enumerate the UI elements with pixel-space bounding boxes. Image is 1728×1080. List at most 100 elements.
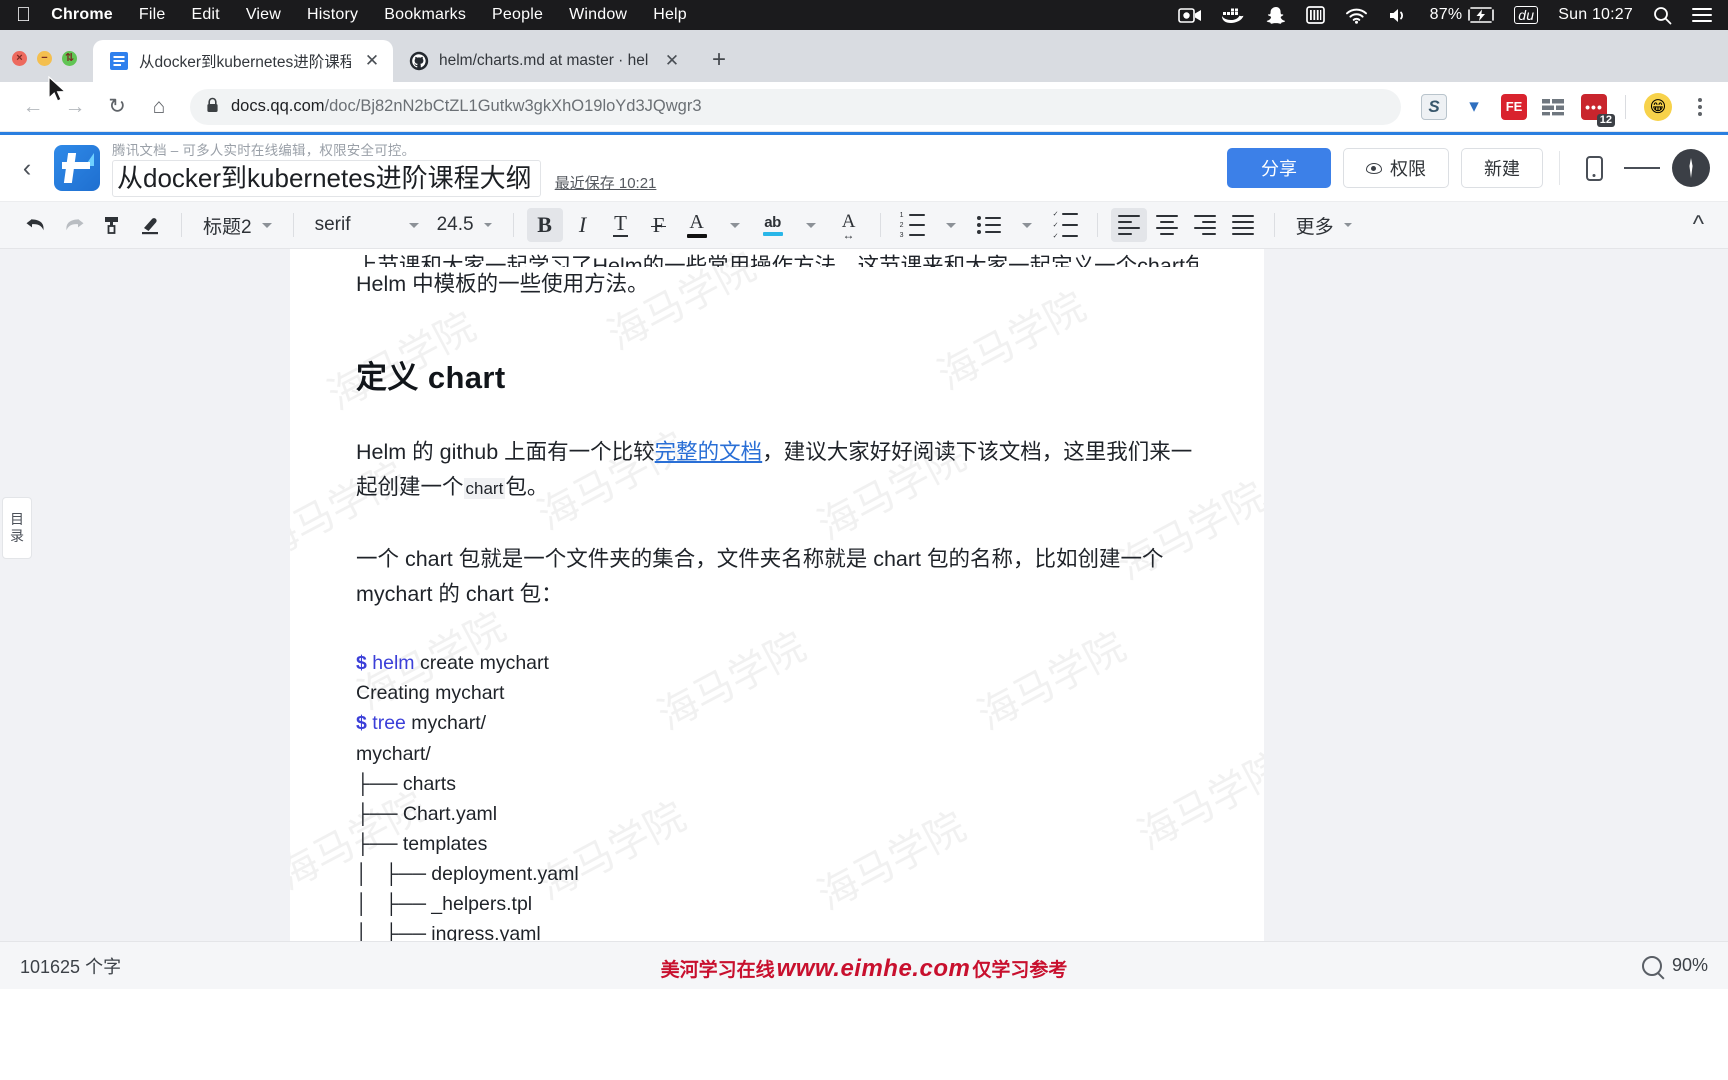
letter-spacing-button[interactable]: A ↔	[831, 208, 867, 242]
doc-title-input[interactable]: 从docker到kubernetes进阶课程大纲	[112, 160, 541, 197]
font-family-dropdown[interactable]: serif	[307, 208, 427, 242]
browser-tab-title: helm/charts.md at master · hel	[439, 52, 649, 69]
align-center-glyph	[1155, 214, 1178, 236]
menu-item-people[interactable]: People	[492, 6, 543, 24]
address-bar[interactable]: docs.qq.com/doc/Bj82nN2bCtZL1Gutkw3gkXhO…	[190, 88, 1401, 125]
paragraph-style-dropdown[interactable]: 标题2	[195, 208, 280, 242]
chevron-up-icon[interactable]: ^	[1687, 211, 1710, 239]
forward-button[interactable]: →	[56, 88, 94, 126]
menu-item-bookmarks[interactable]: Bookmarks	[384, 6, 466, 24]
close-tab-button[interactable]: ✕	[661, 50, 683, 72]
shell-prompt: $	[356, 652, 367, 675]
strikethrough-button[interactable]: F	[641, 208, 677, 242]
highlight-color-dropdown[interactable]	[793, 208, 829, 242]
kebab-menu-icon[interactable]	[1686, 97, 1714, 116]
undo-icon[interactable]	[18, 208, 54, 242]
screen-record-icon[interactable]	[1177, 7, 1202, 24]
code-block[interactable]: $ helm create mychart Creating mychart $…	[356, 648, 1198, 941]
window-traffic-lights: × − ⇅	[12, 51, 93, 82]
back-chevron-icon[interactable]: ‹	[12, 154, 42, 183]
clear-format-icon[interactable]	[132, 208, 168, 242]
menu-item-help[interactable]: Help	[653, 6, 687, 24]
outline-panel-toggle[interactable]: 目 录	[2, 497, 32, 559]
italic-button[interactable]: I	[565, 208, 601, 242]
paragraph-1-pre: Helm 的 github 上面有一个比较	[356, 439, 655, 464]
wifi-icon[interactable]	[1345, 7, 1368, 24]
user-avatar[interactable]	[1672, 149, 1710, 187]
permission-button[interactable]: 权限	[1343, 148, 1449, 188]
mobile-preview-icon[interactable]	[1576, 150, 1612, 186]
menu-item-view[interactable]: View	[246, 6, 281, 24]
home-button[interactable]: ⌂	[140, 88, 178, 126]
apple-logo-icon[interactable]: 	[16, 5, 31, 25]
grid-extension-icon[interactable]	[1541, 94, 1567, 120]
bold-button[interactable]: B	[526, 208, 563, 242]
bullet-list-dropdown[interactable]	[1009, 208, 1045, 242]
paragraph-1: Helm 的 github 上面有一个比较完整的文档，建议大家好好阅读下该文档，…	[356, 435, 1198, 505]
text-color-button[interactable]: A	[679, 208, 715, 242]
tencent-docs-logo[interactable]	[54, 145, 100, 191]
menu-item-chrome[interactable]: Chrome	[51, 6, 113, 24]
menu-item-window[interactable]: Window	[569, 6, 627, 24]
battery-meter-icon[interactable]	[1305, 6, 1325, 24]
close-tab-button[interactable]: ✕	[361, 50, 383, 72]
document-content[interactable]: 上节课和大家一起学习了Helm的一些常用操作方法，这节课来和大家一起定义一个ch…	[290, 249, 1264, 941]
document-page[interactable]: 海马学院 海马学院 海马学院 海马学院 海马学院 海马学院 海马学院 海马学院 …	[290, 249, 1264, 941]
font-family-value: serif	[314, 214, 351, 235]
format-painter-icon[interactable]	[94, 208, 130, 242]
menu-item-file[interactable]: File	[139, 6, 166, 24]
new-button[interactable]: 新建	[1461, 148, 1543, 188]
highlight-color-button[interactable]: ab	[755, 208, 791, 242]
share-button[interactable]: 分享	[1227, 148, 1331, 188]
inline-code-chart: chart	[463, 477, 506, 499]
snapchat-icon[interactable]	[1266, 6, 1286, 25]
text-color-dropdown[interactable]	[717, 208, 753, 242]
minimize-window-button[interactable]: −	[37, 51, 52, 66]
menubar-clock[interactable]: Sun 10:27	[1558, 6, 1633, 24]
underline-glyph: T	[613, 211, 629, 237]
checklist-icon[interactable]: ✓ ✓ ✓	[1047, 208, 1084, 242]
code-line: │ ├── deployment.yaml	[356, 863, 579, 886]
reload-button[interactable]: ↻	[98, 88, 136, 126]
last-saved-status[interactable]: 最近保存 10:21	[555, 172, 657, 197]
font-size-dropdown[interactable]: 24.5	[429, 208, 500, 242]
menu-item-history[interactable]: History	[307, 6, 358, 24]
browser-tab-inactive[interactable]: helm/charts.md at master · hel ✕	[393, 40, 693, 82]
browser-tab-active[interactable]: 从docker到kubernetes进阶课程 ✕	[93, 40, 393, 82]
align-left-icon[interactable]	[1110, 208, 1147, 242]
chevron-down-icon	[408, 222, 419, 228]
profile-avatar[interactable]: 😁	[1644, 92, 1672, 121]
ordered-list-icon[interactable]: 1 2 3	[894, 208, 931, 242]
align-right-icon[interactable]	[1187, 208, 1223, 242]
volume-icon[interactable]	[1388, 7, 1410, 24]
bullet-list-icon[interactable]	[971, 208, 1007, 242]
highlight-label: ab	[764, 213, 781, 231]
maximize-window-button[interactable]: ⇅	[62, 51, 77, 66]
zoom-icon[interactable]	[1641, 955, 1662, 976]
back-button[interactable]: ←	[14, 88, 52, 126]
fe-extension-icon[interactable]: FE	[1501, 93, 1527, 120]
checklist-glyph: ✓ ✓ ✓	[1053, 210, 1078, 240]
notes-extension-icon[interactable]: ••• 12	[1581, 93, 1615, 127]
ordered-list-dropdown[interactable]	[933, 208, 969, 242]
docker-icon[interactable]	[1221, 6, 1246, 24]
control-center-icon[interactable]	[1692, 7, 1712, 23]
new-tab-button[interactable]: +	[701, 42, 737, 78]
battery-charging-icon[interactable]	[1468, 7, 1495, 23]
align-justify-icon[interactable]	[1225, 208, 1261, 242]
zoom-level[interactable]: 90%	[1672, 955, 1708, 976]
du-icon[interactable]: du	[1514, 6, 1539, 24]
menu-item-edit[interactable]: Edit	[191, 6, 219, 24]
hamburger-menu-icon[interactable]	[1624, 150, 1660, 186]
full-docs-link[interactable]: 完整的文档	[655, 440, 763, 464]
evernote-extension-icon[interactable]: S	[1421, 93, 1447, 120]
underline-label: T	[614, 211, 627, 236]
redo-icon[interactable]	[56, 208, 92, 242]
y-extension-icon[interactable]: ▾	[1461, 94, 1487, 120]
more-options-dropdown[interactable]: 更多	[1288, 208, 1360, 242]
spotlight-search-icon[interactable]	[1653, 6, 1672, 25]
underline-button[interactable]: T	[603, 208, 639, 242]
close-window-button[interactable]: ×	[12, 51, 27, 66]
align-center-icon[interactable]	[1149, 208, 1185, 242]
paragraph-1-end: 包。	[505, 474, 549, 499]
